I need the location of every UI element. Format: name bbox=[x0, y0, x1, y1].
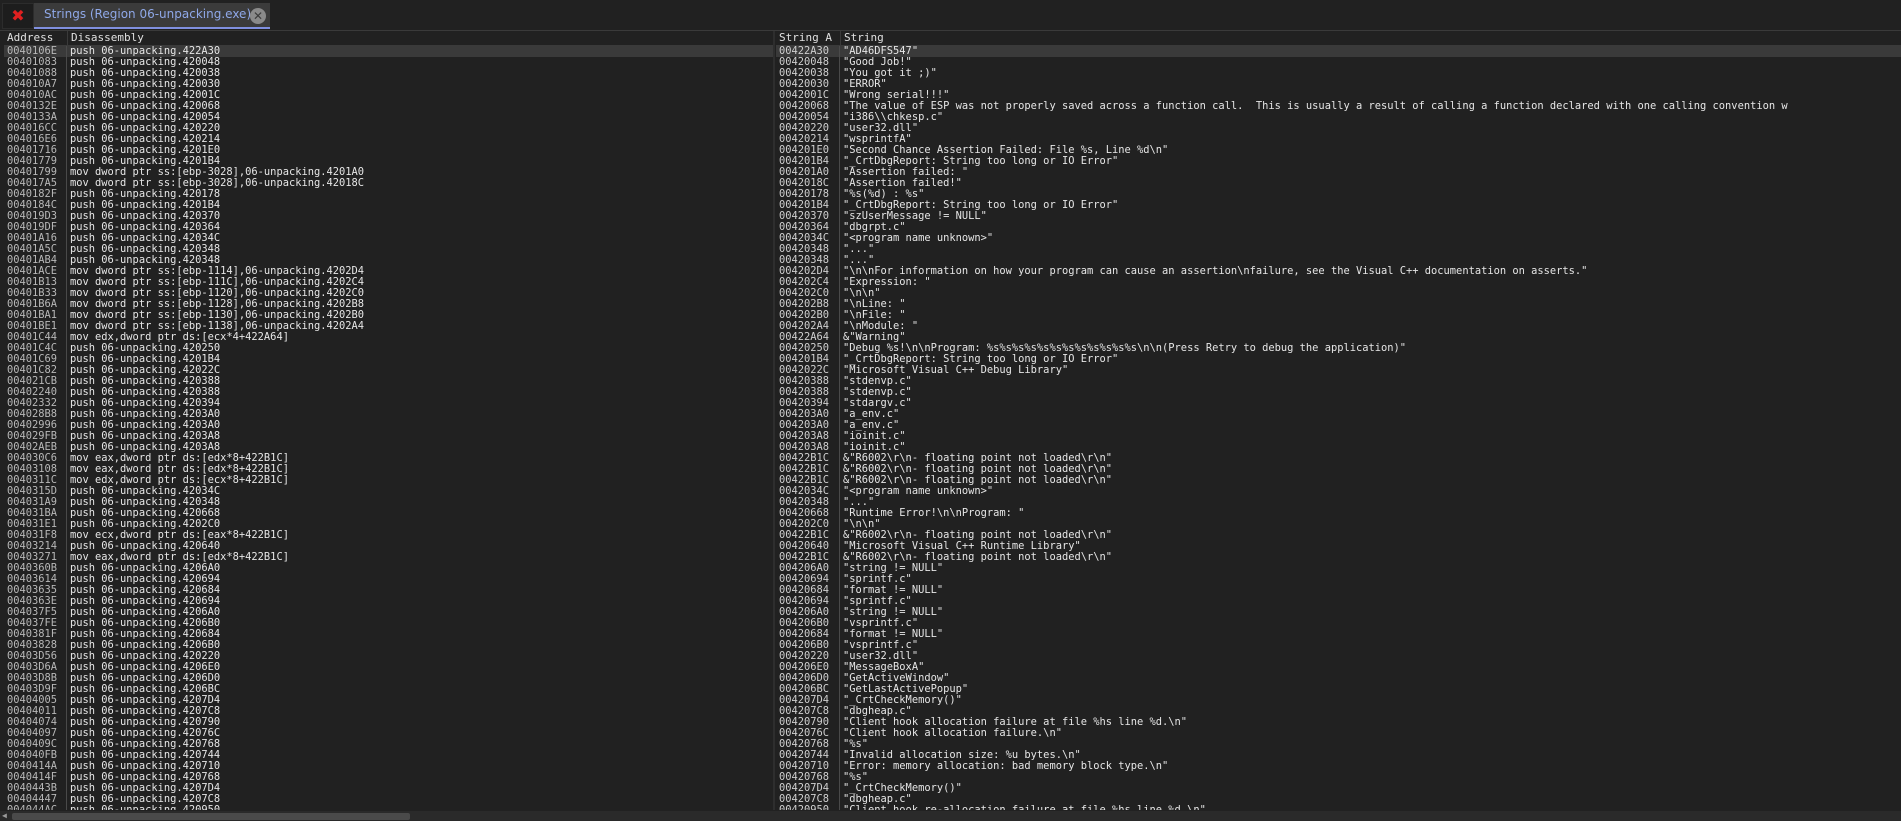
tab-strings-region[interactable]: Strings (Region 06-unpacking.exe) ✕ bbox=[34, 3, 270, 29]
string-row[interactable]: 00422B1C &"R6002\r\n- floating point not … bbox=[776, 552, 1901, 563]
tab-close-icon[interactable]: ✕ bbox=[250, 8, 266, 24]
disassembly-cell: push 06-unpacking.420950 bbox=[70, 804, 221, 811]
string-row[interactable]: 004203A0 "a_env.c" bbox=[776, 409, 1901, 420]
string-row[interactable]: 004202B8 "\nLine: " bbox=[776, 299, 1901, 310]
string-row[interactable]: 00420684 "format != NULL" bbox=[776, 585, 1901, 596]
string-row[interactable]: 00420054 "i386\\chkesp.c" bbox=[776, 112, 1901, 123]
string-row[interactable]: 004203A8 "ioinit.c" bbox=[776, 431, 1901, 442]
string-row[interactable]: 00420388 "stdenvp.c" bbox=[776, 387, 1901, 398]
string-row[interactable]: 004202A4 "\nModule: " bbox=[776, 321, 1901, 332]
strings-pane: String A String 00422A30 "AD46DFS547" 0042… bbox=[776, 31, 1901, 810]
disassembly-row[interactable]: 004044AC push 06-unpacking.420950 bbox=[4, 805, 773, 810]
scrollbar-thumb[interactable] bbox=[12, 813, 410, 820]
tab-bar: ✖ Strings (Region 06-unpacking.exe) ✕ bbox=[0, 0, 1901, 31]
close-x-icon: ✖ bbox=[11, 6, 25, 25]
scroll-left-icon[interactable]: ◀ bbox=[2, 811, 10, 821]
string-row[interactable]: 004202C0 "\n\n" bbox=[776, 288, 1901, 299]
string-row[interactable]: 004203A0 "a_env.c" bbox=[776, 420, 1901, 431]
string-row[interactable]: 004202D4 "\n\nFor information on how your… bbox=[776, 266, 1901, 277]
string-row[interactable]: 0042018C "Assertion failed!" bbox=[776, 178, 1901, 189]
string-row[interactable]: 00420220 "user32.dll" bbox=[776, 123, 1901, 134]
string-row[interactable]: 00420388 "stdenvp.c" bbox=[776, 376, 1901, 387]
string-row[interactable]: 00420220 "user32.dll" bbox=[776, 651, 1901, 662]
string-row[interactable]: 004206B0 "vsprintf.c" bbox=[776, 618, 1901, 629]
tab-label: Strings (Region 06-unpacking.exe) bbox=[44, 7, 252, 21]
string-row[interactable]: 00420370 "szUserMessage != NULL" bbox=[776, 211, 1901, 222]
close-all-tabs-button[interactable]: ✖ bbox=[2, 3, 34, 29]
string-row[interactable]: 00422A30 "AD46DFS547" bbox=[776, 46, 1901, 57]
column-header-string[interactable]: String bbox=[840, 31, 884, 45]
string-row[interactable]: 0042034C "<program name unknown>" bbox=[776, 486, 1901, 497]
string-cell: "Client hook allocation failure.\n" bbox=[843, 727, 1062, 739]
string-row[interactable]: 00420394 "stdargv.c" bbox=[776, 398, 1901, 409]
horizontal-scrollbar[interactable]: ◀ bbox=[0, 811, 1901, 821]
string-row[interactable]: 00420710 "Error: memory allocation: bad m… bbox=[776, 761, 1901, 772]
string-row[interactable]: 004202B0 "\nFile: " bbox=[776, 310, 1901, 321]
string-cell: "Error: memory allocation: bad memory bl… bbox=[843, 760, 1169, 772]
disassembly-rows: 0040106E push 06-unpacking.422A30 00401083… bbox=[4, 46, 773, 810]
column-header-address[interactable]: Address bbox=[4, 31, 53, 45]
strings-rows: 00422A30 "AD46DFS547" 00420048 "Good Job!" 0… bbox=[776, 46, 1901, 810]
string-cell: "The value of ESP was not properly saved… bbox=[843, 100, 1788, 112]
string-cell: "\n\nFor information on how your program… bbox=[843, 265, 1588, 277]
string-row[interactable]: 00420348 "..." bbox=[776, 244, 1901, 255]
string-row[interactable]: 004206B0 "vsprintf.c" bbox=[776, 640, 1901, 651]
string-row[interactable]: 004206A0 "string != NULL" bbox=[776, 563, 1901, 574]
string-row[interactable]: 004207D4 "_CrtCheckMemory()" bbox=[776, 783, 1901, 794]
string-row[interactable]: 00420668 "Runtime Error!\n\nProgram: " bbox=[776, 508, 1901, 519]
string-row[interactable]: 0042034C "<program name unknown>" bbox=[776, 233, 1901, 244]
string-cell: "Client hook re-allocation failure at fi… bbox=[843, 804, 1206, 811]
string-row[interactable]: 00420038 "You got it ;)" bbox=[776, 68, 1901, 79]
string-row[interactable]: 004207D4 "_CrtCheckMemory()" bbox=[776, 695, 1901, 706]
string-row[interactable]: 00420950 "Client hook re-allocation failu… bbox=[776, 805, 1901, 810]
disassembly-header: Address Disassembly bbox=[4, 31, 773, 46]
string-row[interactable]: 004202C4 "Expression: " bbox=[776, 277, 1901, 288]
strings-header: String A String bbox=[776, 31, 1901, 46]
string-row[interactable]: 00420694 "sprintf.c" bbox=[776, 574, 1901, 585]
string-row[interactable]: 0042076C "Client hook allocation failure.… bbox=[776, 728, 1901, 739]
string-row[interactable]: 00420684 "format != NULL" bbox=[776, 629, 1901, 640]
address-cell: 004044AC bbox=[4, 805, 67, 810]
string-row[interactable]: 004206A0 "string != NULL" bbox=[776, 607, 1901, 618]
pane-divider[interactable] bbox=[773, 31, 775, 810]
disassembly-pane: Address Disassembly 0040106E push 06-unpa… bbox=[4, 31, 773, 810]
string-row[interactable]: 00420068 "The value of ESP was not proper… bbox=[776, 101, 1901, 112]
address-cell: 00420950 bbox=[776, 805, 840, 810]
string-row[interactable]: 00420694 "sprintf.c" bbox=[776, 596, 1901, 607]
string-row[interactable]: 00420048 "Good Job!" bbox=[776, 57, 1901, 68]
column-header-disassembly[interactable]: Disassembly bbox=[67, 31, 144, 45]
string-row[interactable]: 0042022C "Microsoft Visual C++ Debug Libr… bbox=[776, 365, 1901, 376]
column-header-string-address[interactable]: String A bbox=[776, 31, 832, 45]
